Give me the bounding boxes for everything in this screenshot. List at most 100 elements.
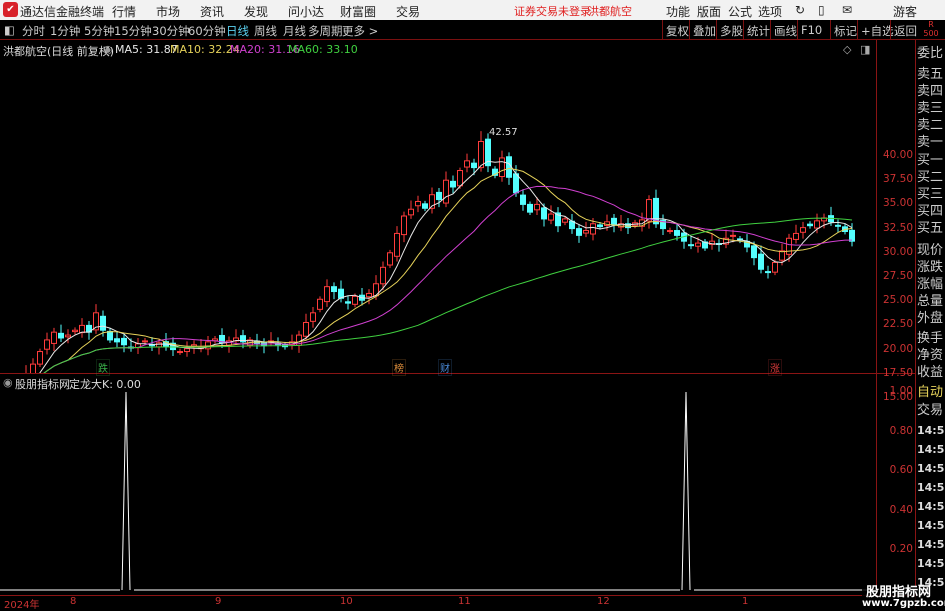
candle[interactable] [576,228,582,236]
candle[interactable] [107,330,113,341]
period-tab[interactable]: 5分钟 [84,23,114,39]
user-label[interactable]: 游客 [893,3,917,20]
candle[interactable] [457,170,463,187]
candle[interactable] [380,266,386,285]
trade-label[interactable]: 交易 [917,402,943,419]
candle[interactable] [387,252,393,266]
candle[interactable] [303,321,309,337]
login-status[interactable]: 证券交易未登录 [514,3,591,19]
candle[interactable] [562,218,568,223]
candle[interactable] [72,329,78,333]
tool-button[interactable]: 统计 [743,20,773,40]
candle[interactable] [44,339,50,350]
event-mark[interactable]: 财 [438,359,452,376]
candle[interactable] [156,342,162,348]
tool-button[interactable]: 叠加 [689,20,719,40]
phone-icon[interactable]: ▯ [818,3,825,17]
menu-markets[interactable]: 市场 [156,3,180,20]
candle[interactable] [443,179,449,204]
menu-trade[interactable]: 交易 [396,3,420,20]
candle[interactable] [464,160,470,168]
menu-wealth[interactable]: 财富圈 [340,3,376,20]
menu-formula[interactable]: 公式 [728,3,752,20]
tool-button[interactable]: 返回 [890,20,920,40]
candle[interactable] [142,340,148,343]
candle[interactable] [751,245,757,259]
candle[interactable] [51,331,57,344]
period-tab[interactable]: 更多 > [342,23,378,39]
candle[interactable] [121,337,127,346]
period-tab[interactable]: 30分钟 [152,23,190,39]
candle[interactable] [352,295,358,305]
candle[interactable] [793,232,799,240]
candle[interactable] [583,230,589,234]
candle[interactable] [177,351,183,354]
candle[interactable] [184,348,190,353]
candle[interactable] [730,234,736,237]
menu-ask[interactable]: 问小达 [288,3,324,20]
event-mark[interactable]: 跌 [96,359,110,376]
menu-market[interactable]: 行情 [112,3,136,20]
candle[interactable] [772,261,778,273]
candle[interactable] [478,140,484,169]
period-tab[interactable]: 多周期 [308,23,343,39]
candle[interactable] [786,237,792,255]
candle[interactable] [324,286,330,303]
candle[interactable] [807,223,813,227]
candle[interactable] [415,200,421,207]
menu-options[interactable]: 选项 [758,3,782,20]
candle[interactable] [590,223,596,235]
candle[interactable] [450,180,456,188]
candle[interactable] [667,230,673,233]
candle[interactable] [527,203,533,213]
candle[interactable] [765,271,771,274]
period-tab[interactable]: 分时 [22,23,45,39]
candle[interactable] [499,157,505,178]
tool-button[interactable]: 复权 [662,20,692,40]
menu-function[interactable]: 功能 [666,3,690,20]
event-mark[interactable]: 涨 [768,359,782,376]
candle[interactable] [471,162,477,169]
candle[interactable] [422,203,428,209]
auto-trade-label[interactable]: 自动 [917,384,943,401]
candle[interactable] [646,199,652,222]
candle[interactable] [534,203,540,211]
event-mark[interactable]: 榜 [392,359,406,376]
tool-button[interactable]: 多股 [716,20,746,40]
mail-icon[interactable]: ✉ [842,3,852,17]
panel-toggle-icon[interactable]: ◧ [4,23,15,37]
candle[interactable] [814,220,820,229]
candle[interactable] [695,242,701,247]
candle[interactable] [611,217,617,226]
candlestick-chart[interactable]: 42.5715.30 [0,40,876,373]
candle[interactable] [310,312,316,322]
period-tab[interactable]: 60分钟 [188,23,226,39]
period-tab[interactable]: 1分钟 [50,23,80,39]
tool-button[interactable]: 标记 [830,20,860,40]
candle[interactable] [394,232,400,257]
period-tab[interactable]: 日线 [226,23,249,39]
candle[interactable] [520,194,526,205]
candle[interactable] [79,324,85,334]
candle[interactable] [331,286,337,293]
candle[interactable] [597,224,603,228]
candle[interactable] [674,230,680,236]
tool-button[interactable]: F10 [797,20,825,40]
tool-button[interactable]: 画线 [770,20,800,40]
period-tab[interactable]: 月线 [283,23,306,39]
indicator-chart[interactable] [0,374,876,595]
candle[interactable] [366,292,372,298]
candle[interactable] [436,191,442,201]
candle[interactable] [114,338,120,343]
candle[interactable] [688,244,694,247]
period-tab[interactable]: 周线 [254,23,277,39]
candle[interactable] [835,224,841,227]
candle[interactable] [548,213,554,221]
candle[interactable] [100,315,106,331]
candle[interactable] [30,363,36,373]
menu-layout[interactable]: 版面 [697,3,721,20]
candle[interactable] [758,253,764,270]
candle[interactable] [849,229,855,242]
menu-news[interactable]: 资讯 [200,3,224,20]
candle[interactable] [541,207,547,220]
